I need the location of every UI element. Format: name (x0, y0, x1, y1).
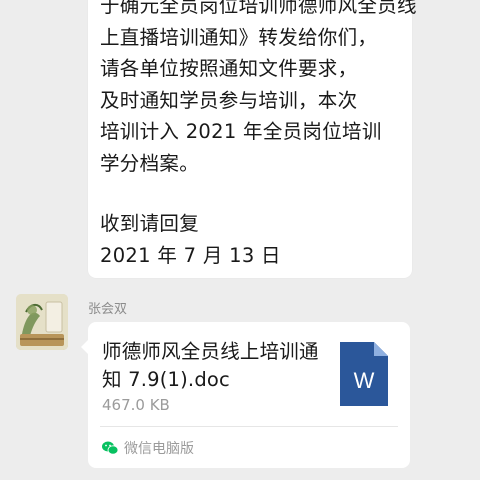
message-reply-request: 收到请回复 2021 年 7 月 13 日 (100, 208, 281, 271)
message-line: 培训计入 2021 年全员岗位培训 (100, 120, 382, 144)
message-text: 于确元全员岗位培训师德师风全员线 上直播培训通知》转发给你们， 请各单位按照通知… (100, 0, 417, 180)
divider (100, 426, 398, 427)
chat-window: 于确元全员岗位培训师德师风全员线 上直播培训通知》转发给你们， 请各单位按照通知… (0, 0, 480, 480)
avatar[interactable] (16, 294, 68, 350)
message-line: 请各单位按照通知文件要求， (100, 57, 358, 81)
message-line: 学分档案。 (100, 151, 200, 175)
sender-name: 张会双 (88, 302, 128, 317)
message-line: 及时通知学员参与培训，本次 (100, 88, 358, 112)
message-date: 2021 年 7 月 13 日 (100, 243, 281, 267)
message-line: 上直播培训通知》转发给你们， (100, 25, 378, 49)
avatar-image (16, 294, 68, 350)
reply-line: 收到请回复 (100, 212, 200, 235)
file-icon-letter: W (354, 368, 375, 393)
file-name: 师德师风全员线上培训通知 7.9(1).doc (102, 340, 319, 391)
message-source: 微信电脑版 (102, 438, 194, 458)
file-size: 467.0 KB (102, 396, 170, 414)
file-message-bubble[interactable]: 师德师风全员线上培训通知 7.9(1).doc 467.0 KB W 微信电脑版 (81, 322, 410, 468)
message-line: 于确元全员岗位培训师德师风全员线 (100, 0, 417, 17)
wechat-icon (102, 441, 118, 455)
word-doc-icon: W (340, 342, 388, 406)
source-label: 微信电脑版 (124, 441, 194, 457)
